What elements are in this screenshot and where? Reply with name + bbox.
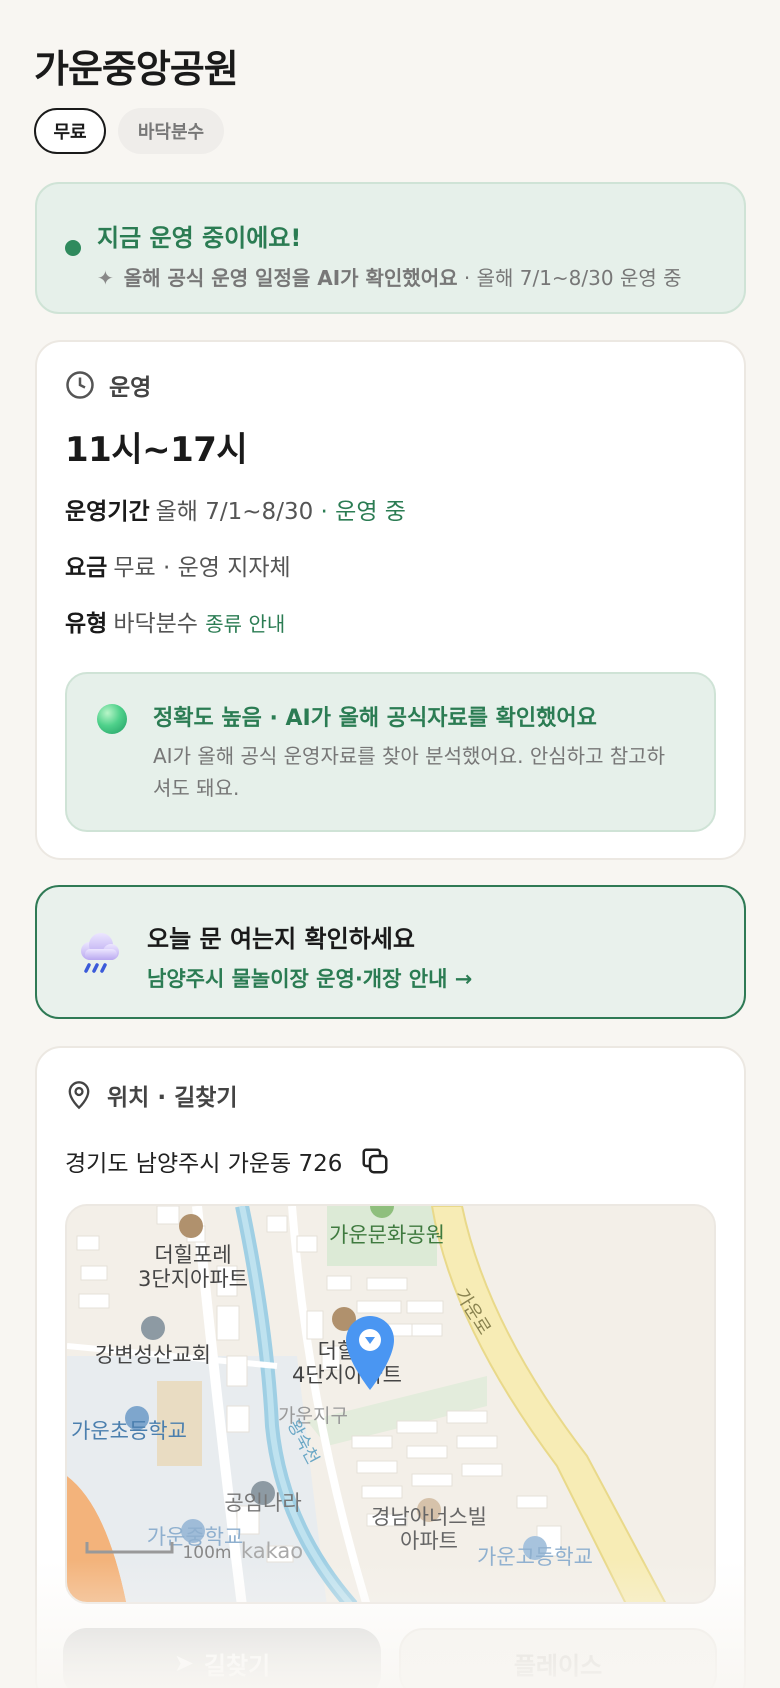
address-text: 경기도 남양주시 가운동 726 — [65, 1151, 343, 1177]
period-value: 올해 7/1~8/30 — [155, 499, 314, 525]
operation-card: 운영 11시~17시 운영기간 올해 7/1~8/30 · 운영 중 요금 무료 ·… — [35, 340, 746, 860]
operating-hours: 11시~17시 — [65, 430, 248, 470]
operation-section-label: 운영 — [109, 375, 152, 401]
map-label-high-school: 가운고등학교 — [477, 1545, 593, 1569]
chip-type[interactable]: 바닥분수 — [118, 108, 224, 154]
send-arrow-icon: ➤ — [173, 1649, 194, 1677]
notice-title: 오늘 문 여는지 확인하세요 — [147, 925, 415, 953]
map-brand-label: kakao — [241, 1539, 303, 1563]
rain-cloud-icon — [81, 933, 119, 973]
period-status: · 운영 중 — [320, 499, 406, 525]
status-title: 지금 운영 중이에요! — [97, 224, 302, 252]
accuracy-box: 정확도 높음 · AI가 올해 공식자료를 확인했어요 AI가 올해 공식 운영… — [65, 672, 716, 832]
map-label-apt-kn-line1: 경남아너스빌 — [371, 1505, 487, 1529]
map-label-apt4-line2: 4단지아파트 — [292, 1363, 402, 1387]
map-label-elem-school: 가운초등학교 — [71, 1419, 187, 1443]
accuracy-orb-icon — [97, 704, 127, 734]
status-subtitle: ✦ 올해 공식 운영 일정을 AI가 확인했어요 · 올해 7/1~8/30 운영… — [97, 262, 682, 291]
map-label-apt3-line2: 3단지아파트 — [138, 1267, 248, 1291]
accuracy-text: AI가 올해 공식 운영자료를 찾아 분석했어요. 안심하고 참고하셔도 돼요. — [153, 744, 666, 800]
fee-row: 요금 무료 · 운영 지자체 — [65, 548, 291, 582]
type-guide-link[interactable]: 종류 안내 — [205, 612, 285, 636]
clock-icon — [66, 371, 94, 399]
status-card: 지금 운영 중이에요! ✦ 올해 공식 운영 일정을 AI가 확인했어요 · 올해… — [35, 182, 746, 314]
directions-button[interactable]: ➤ 길찾기 — [63, 1628, 381, 1688]
place-button[interactable]: 플레이스 — [399, 1628, 717, 1688]
map-view[interactable]: 가운문화공원 더힐포레 3단지아파트 강변성산교회 더힐 4단지아파트 가운초등… — [65, 1204, 716, 1604]
operation-section-header: 운영 — [65, 368, 151, 402]
notice-link[interactable]: 남양주시 물놀이장 운영·개장 안내 → — [147, 963, 472, 993]
status-ai-note: 올해 공식 운영 일정을 AI가 확인했어요 — [123, 266, 458, 290]
directions-label: 길찾기 — [203, 1651, 271, 1680]
location-section-label: 위치 · 길찾기 — [107, 1085, 238, 1111]
address-row: 경기도 남양주시 가운동 726 — [65, 1144, 390, 1178]
location-pin-icon — [68, 1081, 90, 1110]
page: 가운중앙공원 무료 바닥분수 지금 운영 중이에요! ✦ 올해 공식 운영 일정을… — [0, 0, 780, 1688]
map-label-church: 강변성산교회 — [95, 1343, 211, 1367]
action-buttons: ➤ 길찾기 플레이스 — [63, 1628, 717, 1688]
notice-card[interactable]: 오늘 문 여는지 확인하세요 남양주시 물놀이장 운영·개장 안내 → — [35, 885, 746, 1019]
map-label-shop: 공임나라 — [224, 1491, 301, 1515]
page-title: 가운중앙공원 — [34, 47, 239, 91]
sparkle-icon: ✦ — [97, 266, 114, 290]
type-label: 유형 — [65, 611, 108, 637]
map-label-apt-kn-line2: 아파트 — [400, 1529, 458, 1553]
map-label-park: 가운문화공원 — [329, 1223, 445, 1247]
chip-free[interactable]: 무료 — [34, 108, 106, 154]
type-value: 바닥분수 — [113, 611, 198, 637]
period-label: 운영기간 — [65, 499, 150, 525]
type-row: 유형 바닥분수 종류 안내 — [65, 604, 285, 638]
map-scale-label: 100m — [182, 1543, 231, 1563]
period-row: 운영기간 올해 7/1~8/30 · 운영 중 — [65, 492, 406, 526]
location-section-header: 위치 · 길찾기 — [65, 1078, 238, 1112]
map-label-apt3-line1: 더힐포레 — [154, 1243, 231, 1267]
fee-label: 요금 — [65, 555, 108, 581]
fee-value: 무료 · 운영 지자체 — [113, 555, 291, 581]
status-period-note: · 올해 7/1~8/30 운영 중 — [463, 266, 682, 290]
location-card: 위치 · 길찾기 경기도 남양주시 가운동 726 가운문화공원 더힐포레 3단… — [35, 1046, 746, 1688]
copy-icon[interactable] — [360, 1146, 390, 1176]
status-dot-icon — [65, 240, 81, 256]
accuracy-title: 정확도 높음 · AI가 올해 공식자료를 확인했어요 — [153, 706, 597, 731]
